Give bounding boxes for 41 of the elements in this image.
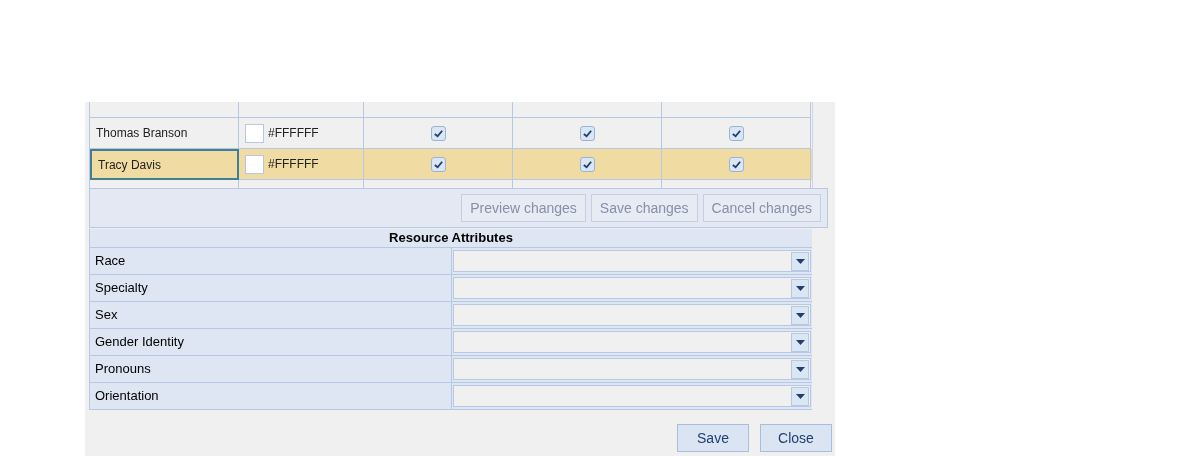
table-cell: Tracy Davis [90, 149, 239, 180]
caret-icon [791, 305, 809, 325]
section-title: Resource Attributes [90, 229, 812, 248]
dialog-button[interactable]: Close [760, 424, 832, 452]
color-value: #FFFFFF [268, 125, 319, 142]
dropdown[interactable] [453, 304, 811, 326]
dropdown[interactable] [453, 358, 811, 380]
checkmark-icon [432, 127, 444, 139]
color-value: #FFFFFF [268, 156, 319, 173]
checkmark-icon [730, 158, 742, 170]
color-swatch[interactable] [245, 123, 264, 143]
table-cell: Thomas Branson [90, 118, 239, 149]
checkmark-icon [432, 158, 444, 170]
dropdown[interactable] [453, 277, 811, 299]
checkbox[interactable] [728, 156, 744, 172]
table-row[interactable]: Thomas Branson #FFFFFF [90, 118, 812, 149]
attribute-label: Pronouns [90, 356, 452, 382]
checkmark-icon [581, 127, 593, 139]
checkbox[interactable] [579, 156, 595, 172]
dropdown[interactable] [453, 250, 811, 272]
attribute-label: Race [90, 248, 452, 274]
caret-icon [791, 278, 809, 298]
dropdown[interactable] [453, 385, 811, 407]
caret-icon [791, 359, 809, 379]
checkbox[interactable] [579, 125, 595, 141]
color-swatch[interactable] [245, 154, 264, 174]
attribute-label: Orientation [90, 383, 452, 409]
attribute-label: Gender Identity [90, 329, 452, 355]
caret-icon [791, 386, 809, 406]
checkmark-icon [730, 127, 742, 139]
checkbox[interactable] [728, 125, 744, 141]
caret-icon [791, 251, 809, 271]
attribute-label: Specialty [90, 275, 452, 301]
caret-icon [791, 332, 809, 352]
dropdown[interactable] [453, 331, 811, 353]
checkbox[interactable] [430, 156, 446, 172]
table-row[interactable]: Tracy Davis #FFFFFF [90, 149, 812, 180]
attribute-label: Sex [90, 302, 452, 328]
checkmark-icon [581, 158, 593, 170]
checkbox[interactable] [430, 125, 446, 141]
dialog-button[interactable]: Save [677, 424, 749, 452]
